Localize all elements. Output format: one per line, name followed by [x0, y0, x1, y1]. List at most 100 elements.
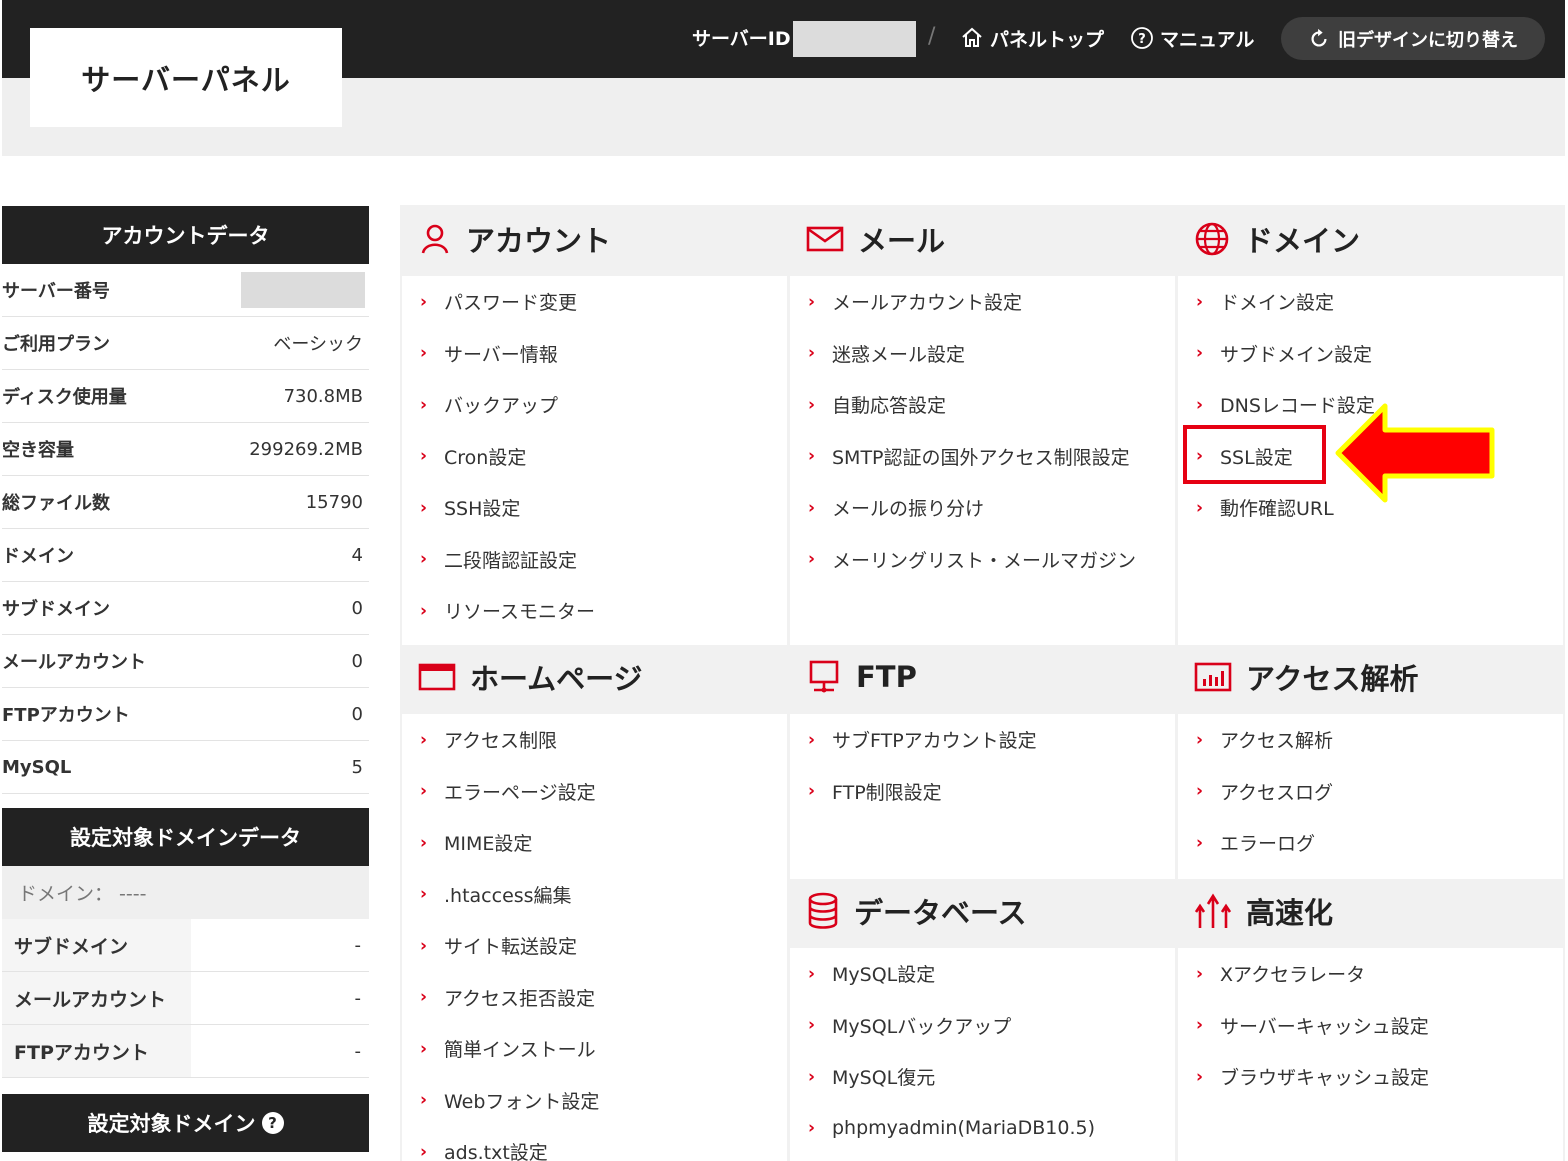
account-data-row: メールアカウント 0: [2, 635, 369, 688]
chevron-right-icon: ›: [808, 1015, 816, 1036]
menu-item-ftp[interactable]: › FTP制限設定: [790, 766, 1175, 818]
target-domain-key: FTPアカウント: [2, 1025, 191, 1077]
menu-item-database[interactable]: › phpmyadmin(MariaDB10.5): [790, 1103, 1175, 1155]
logo[interactable]: サーバーパネル: [30, 28, 342, 127]
menu-item-homepage[interactable]: › Webフォント設定: [402, 1075, 787, 1127]
menu-item-mail[interactable]: › 自動応答設定: [790, 379, 1175, 431]
menu-item-label: メールの振り分け: [832, 498, 985, 521]
menu-item-ftp[interactable]: › サブFTPアカウント設定: [790, 714, 1175, 766]
chevron-right-icon: ›: [420, 987, 428, 1008]
menu-item-account[interactable]: › リソースモニター: [402, 585, 787, 637]
menu-item-label: サイト転送設定: [444, 936, 578, 959]
menu-item-mail[interactable]: › 迷惑メール設定: [790, 328, 1175, 380]
section-domain-title: ドメイン: [1244, 224, 1361, 258]
home-icon: [962, 27, 982, 47]
target-domain-value: -: [354, 934, 362, 956]
chevron-right-icon: ›: [420, 884, 428, 905]
account-data-key: ドメイン: [2, 546, 74, 567]
account-data-title: アカウントデータ: [101, 224, 270, 248]
account-data-key: サーバー番号: [2, 281, 110, 302]
target-domain-heading: 設定対象ドメイン ?: [2, 1094, 369, 1152]
menu-item-homepage[interactable]: › ads.txt設定: [402, 1126, 787, 1161]
menu-item-analytics[interactable]: › アクセスログ: [1178, 766, 1563, 818]
account-data-row: 総ファイル数 15790: [2, 476, 369, 529]
menu-item-mail[interactable]: › メールアカウント設定: [790, 276, 1175, 328]
help-icon[interactable]: ?: [261, 1112, 284, 1134]
account-data-row: 空き容量 299269.2MB: [2, 423, 369, 476]
account-data-row: サブドメイン 0: [2, 582, 369, 635]
menu-item-domain[interactable]: › ドメイン設定: [1178, 276, 1563, 328]
menu-item-mail[interactable]: › SMTP認証の国外アクセス制限設定: [790, 431, 1175, 483]
chevron-right-icon: ›: [420, 549, 428, 570]
menu-item-database[interactable]: › MySQLバックアップ: [790, 1000, 1175, 1052]
menu-item-database[interactable]: › MySQL復元: [790, 1051, 1175, 1103]
menu-item-account[interactable]: › SSH設定: [402, 482, 787, 534]
chevron-right-icon: ›: [1196, 394, 1204, 415]
menu-item-homepage[interactable]: › アクセス拒否設定: [402, 972, 787, 1024]
target-domain-data-title: 設定対象ドメインデータ: [70, 826, 301, 850]
target-domain-key: サブドメイン: [2, 919, 191, 971]
target-domain-value: -: [354, 987, 362, 1009]
menu-item-homepage[interactable]: › MIME設定: [402, 817, 787, 869]
switch-design-button[interactable]: 旧デザインに切り替え: [1281, 17, 1545, 60]
menu-item-domain[interactable]: › サブドメイン設定: [1178, 328, 1563, 380]
account-data-value: 0: [351, 650, 363, 672]
svg-text:?: ?: [1138, 32, 1146, 47]
menu-item-label: メーリングリスト・メールマガジン: [832, 549, 1137, 572]
account-data-key: 空き容量: [2, 440, 74, 461]
header-separator: /: [928, 24, 936, 49]
menu-item-label: ads.txt設定: [444, 1142, 548, 1161]
menu-item-analytics[interactable]: › エラーログ: [1178, 817, 1563, 869]
section-analytics-title: アクセス解析: [1246, 662, 1419, 696]
menu-item-analytics[interactable]: › アクセス解析: [1178, 714, 1563, 766]
account-data-value: ベーシック: [273, 334, 363, 355]
menu-item-account[interactable]: › パスワード変更: [402, 276, 787, 328]
section-speed: 高速化 › Xアクセラレータ › サーバーキャッシュ設定 › ブラウザキャッシュ設定: [1178, 879, 1563, 1161]
menu-item-mail[interactable]: › メールの振り分け: [790, 482, 1175, 534]
menu-item-label: エラーログ: [1220, 833, 1316, 856]
target-domain-key: メールアカウント: [2, 972, 191, 1024]
chevron-right-icon: ›: [420, 781, 428, 802]
menu-item-speed[interactable]: › サーバーキャッシュ設定: [1178, 1000, 1563, 1052]
section-homepage-menu: › アクセス制限 › エラーページ設定 › MIME設定 › .htaccess編集 › サイト転…: [402, 714, 787, 1161]
section-analytics: アクセス解析 › アクセス解析 › アクセスログ › エラーログ: [1178, 645, 1563, 882]
menu-item-label: アクセスログ: [1220, 781, 1334, 804]
chevron-right-icon: ›: [420, 600, 428, 621]
panel-top-link[interactable]: パネルトップ: [960, 22, 1104, 54]
menu-item-label: 動作確認URL: [1220, 498, 1334, 521]
menu-item-database[interactable]: › MySQL設定: [790, 948, 1175, 1000]
chevron-right-icon: ›: [420, 1038, 428, 1059]
section-account: アカウント › パスワード変更 › サーバー情報 › バックアップ › Cron設定 › SSH設…: [402, 207, 787, 650]
menu-item-label: .htaccess編集: [444, 884, 572, 907]
section-database-menu: › MySQL設定 › MySQLバックアップ › MySQL復元 › phpmyadmin(…: [790, 948, 1175, 1161]
menu-item-speed[interactable]: › Xアクセラレータ: [1178, 948, 1563, 1000]
menu-item-homepage[interactable]: › アクセス制限: [402, 714, 787, 766]
section-account-title: アカウント: [466, 224, 612, 258]
menu-item-label: MySQLバックアップ: [832, 1015, 1012, 1038]
section-analytics-menu: › アクセス解析 › アクセスログ › エラーログ: [1178, 714, 1563, 882]
bar-chart-icon: [1194, 662, 1232, 692]
menu-item-homepage[interactable]: › サイト転送設定: [402, 920, 787, 972]
menu-item-mail[interactable]: › メーリングリスト・メールマガジン: [790, 534, 1175, 586]
menu-item-label: Xアクセラレータ: [1220, 964, 1366, 987]
chevron-right-icon: ›: [808, 963, 816, 984]
menu-item-homepage[interactable]: › 簡単インストール: [402, 1023, 787, 1075]
menu-item-account[interactable]: › サーバー情報: [402, 328, 787, 380]
menu-item-account[interactable]: › 二段階認証設定: [402, 534, 787, 586]
menu-item-label: アクセス解析: [1220, 730, 1334, 753]
account-data-row: MySQL 5: [2, 741, 369, 794]
target-domain-row: FTPアカウント -: [2, 1025, 369, 1078]
manual-link[interactable]: ? マニュアル: [1130, 22, 1254, 54]
menu-item-homepage[interactable]: › .htaccess編集: [402, 869, 787, 921]
chevron-right-icon: ›: [808, 729, 816, 750]
chevron-right-icon: ›: [420, 729, 428, 750]
chevron-right-icon: ›: [808, 497, 816, 518]
menu-item-account[interactable]: › バックアップ: [402, 379, 787, 431]
menu-item-account[interactable]: › Cron設定: [402, 431, 787, 483]
menu-item-speed[interactable]: › ブラウザキャッシュ設定: [1178, 1051, 1563, 1103]
menu-item-label: MySQL復元: [832, 1067, 936, 1090]
account-data-row: FTPアカウント 0: [2, 688, 369, 741]
menu-item-homepage[interactable]: › エラーページ設定: [402, 766, 787, 818]
menu-item-label: Webフォント設定: [444, 1090, 600, 1113]
account-data-key: サブドメイン: [2, 599, 110, 620]
